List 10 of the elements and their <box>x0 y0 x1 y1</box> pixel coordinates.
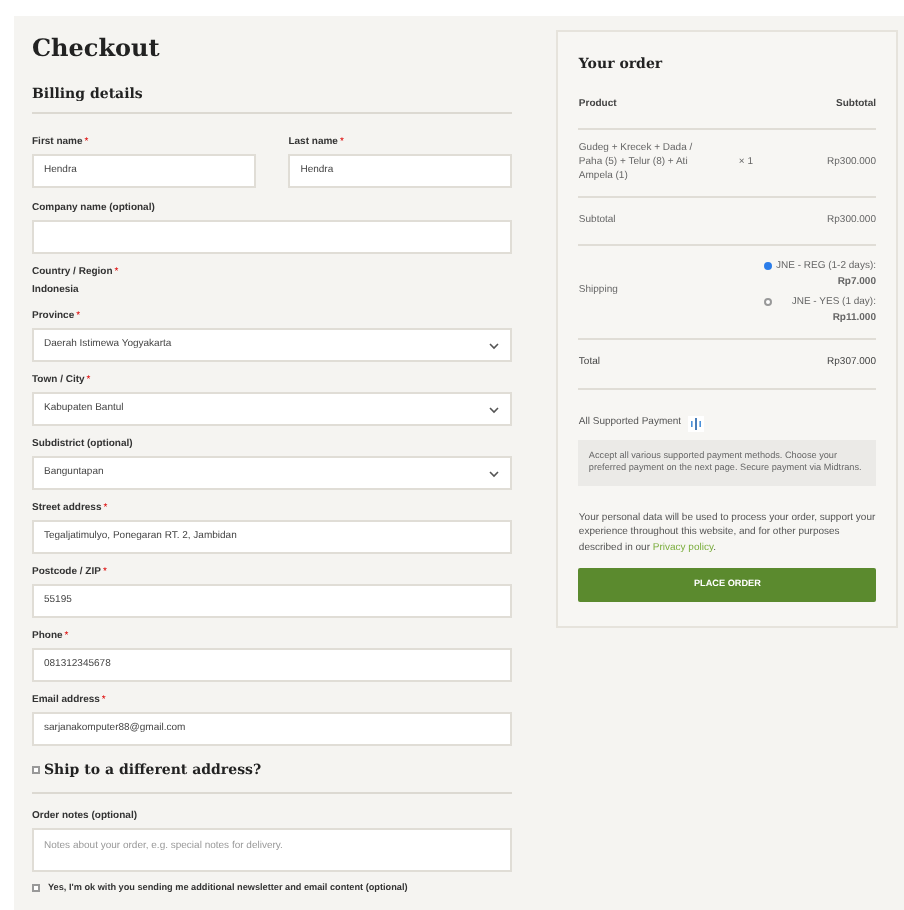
ship-checkbox[interactable] <box>32 766 40 775</box>
newsletter-checkbox[interactable] <box>32 883 40 892</box>
chevron-down-icon <box>488 405 501 413</box>
payment-logo-icon <box>687 415 704 431</box>
input-field[interactable] <box>32 220 513 254</box>
shipping-radio[interactable] <box>764 262 772 270</box>
shipping-radio[interactable] <box>764 298 772 306</box>
chevron-down-icon <box>488 469 501 477</box>
chevron-down-icon <box>488 341 501 349</box>
page-title: Checkout <box>32 32 160 64</box>
